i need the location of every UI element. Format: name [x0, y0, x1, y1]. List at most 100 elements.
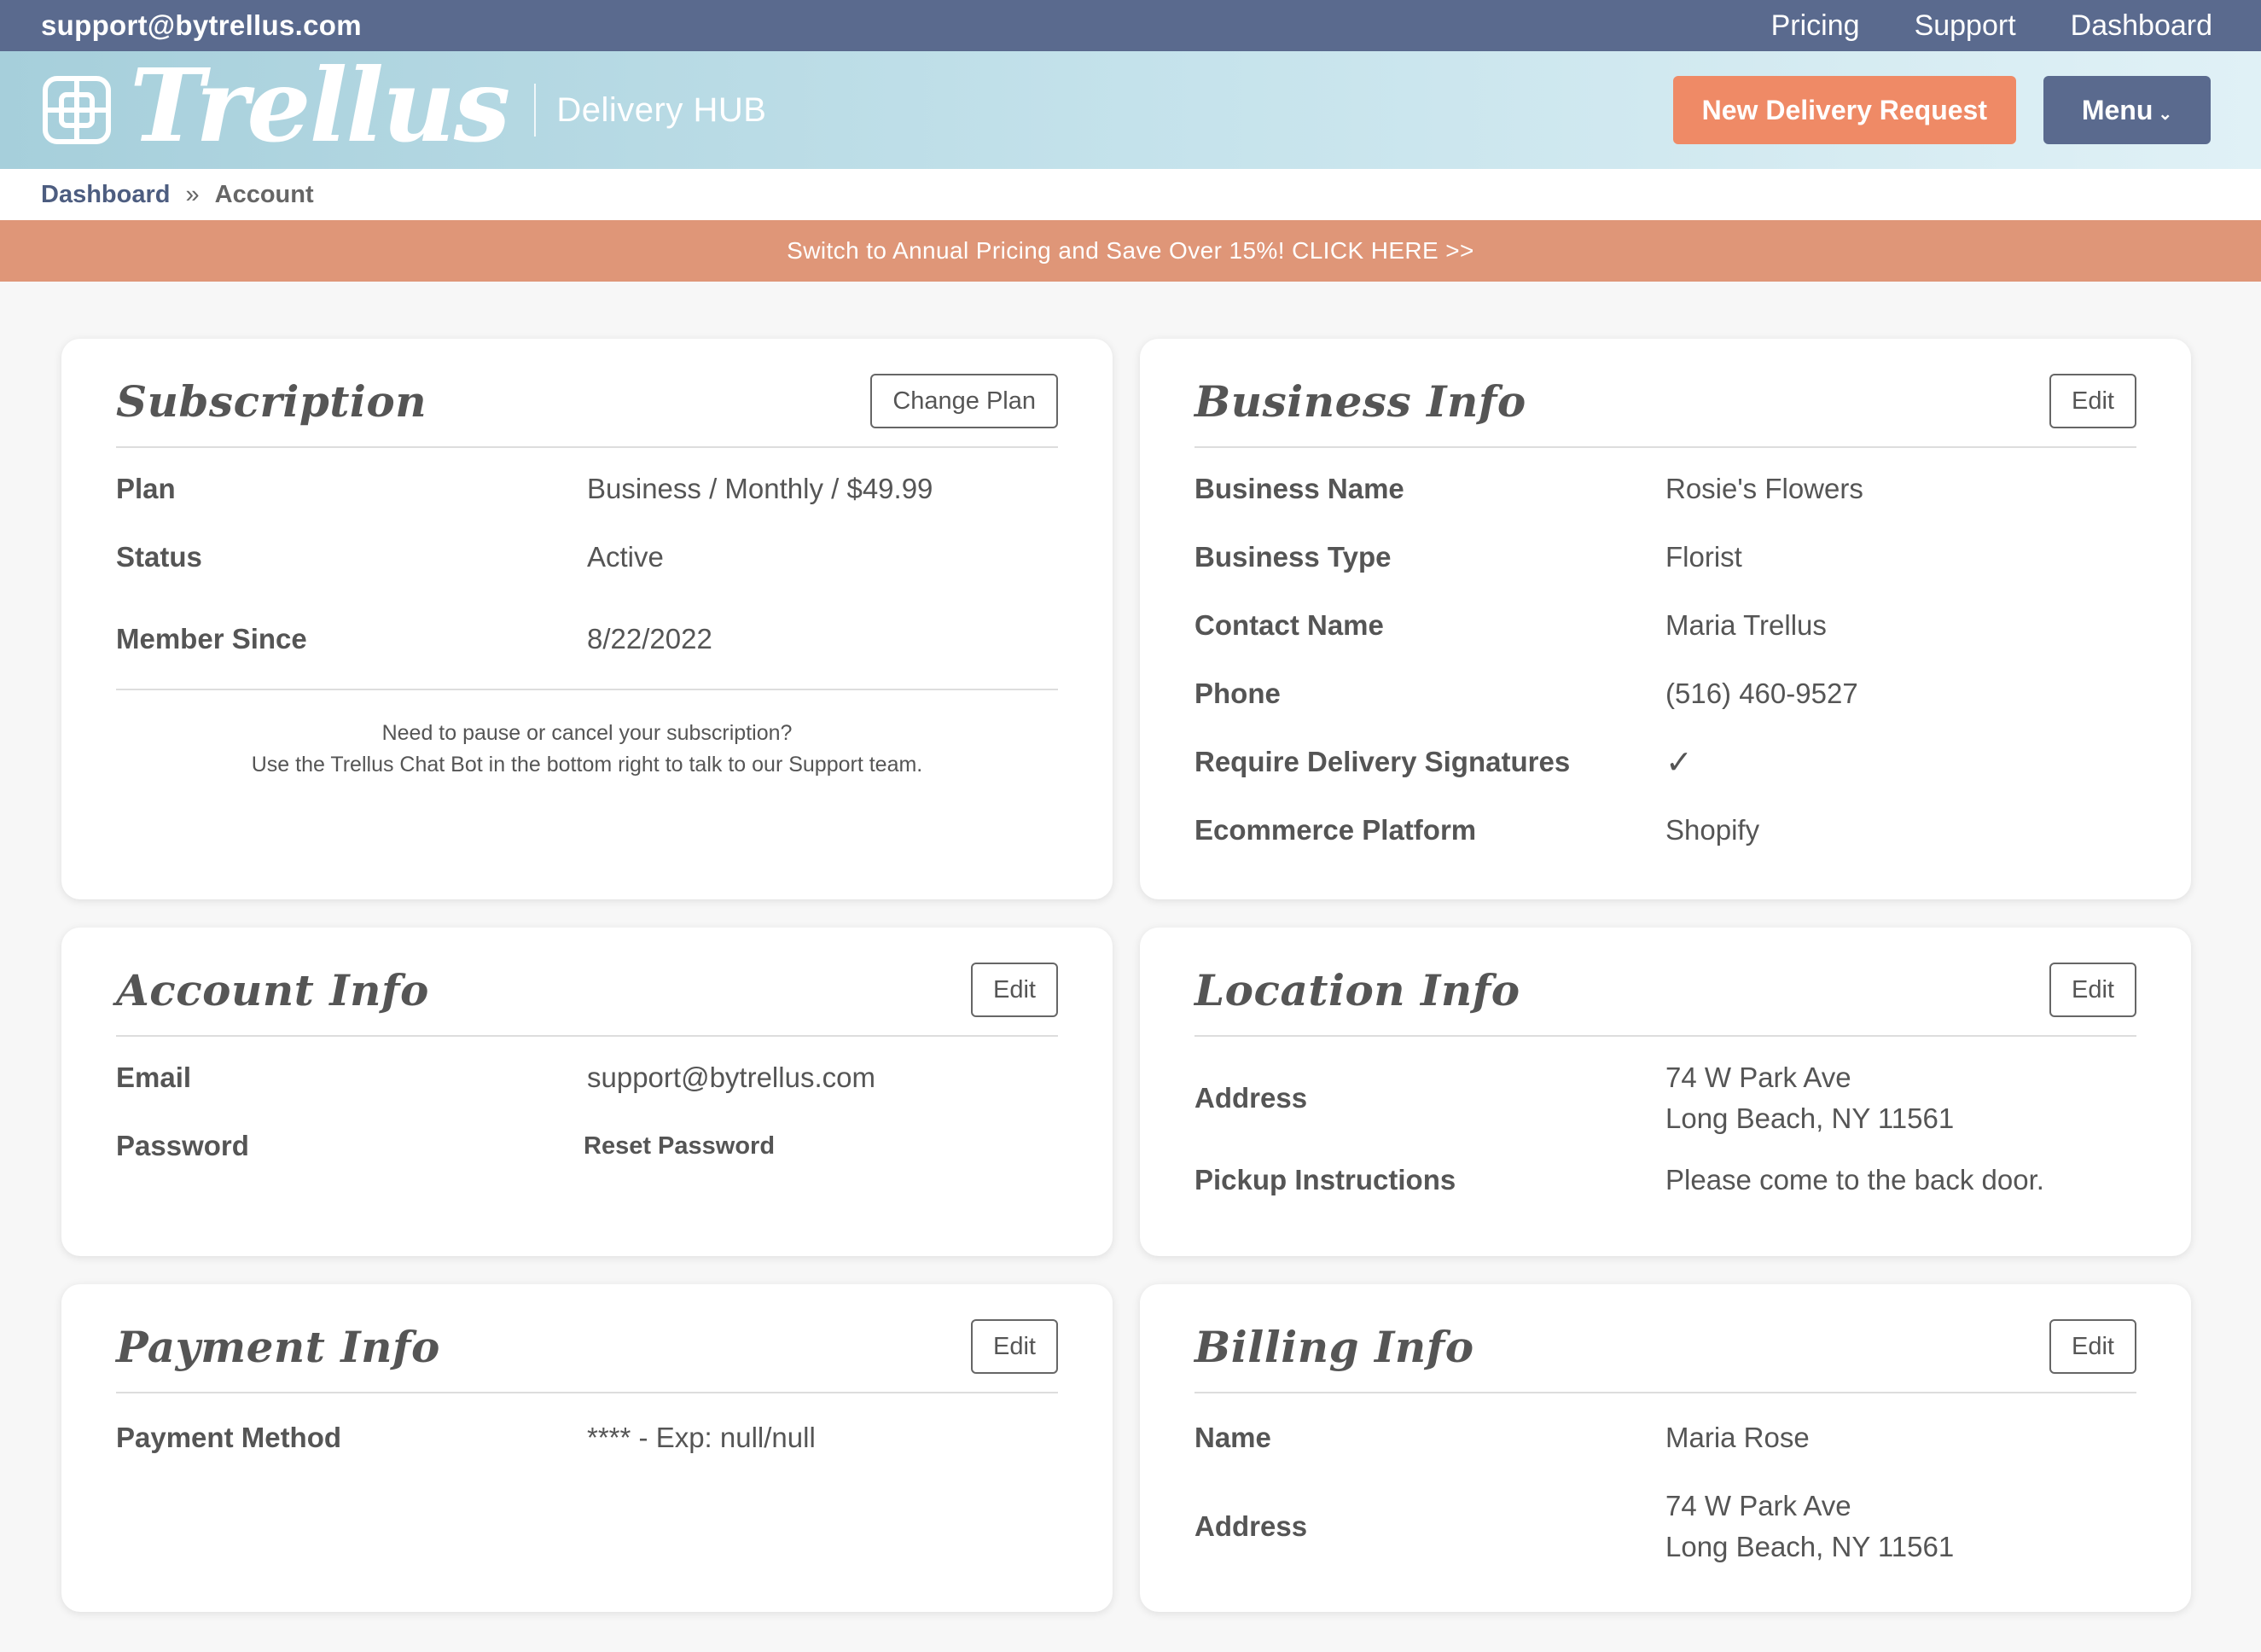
card-title: Location Info [1194, 964, 1520, 1015]
card-title: Subscription [116, 375, 427, 427]
cancel-subscription-note: Need to pause or cancel your subscriptio… [116, 689, 1058, 781]
row-label: Address [1194, 1510, 1308, 1542]
chevron-down-icon: ⌄ [2158, 104, 2173, 124]
note-line: Need to pause or cancel your subscriptio… [381, 721, 793, 745]
row-value: Active [587, 541, 664, 573]
location-info-header: Location Info Edit [1194, 928, 2136, 1037]
breadcrumb-account: Account [214, 180, 314, 208]
row-value: Shopify [1665, 814, 1760, 846]
nav-pricing[interactable]: Pricing [1771, 9, 1860, 43]
email-row: Email support@bytrellus.com [116, 1044, 1058, 1112]
row-label: Password [116, 1130, 249, 1161]
menu-button[interactable]: Menu ⌄ [2043, 76, 2211, 144]
payment-info-card: Payment Info Edit Payment Method **** - … [61, 1284, 1113, 1612]
address-line: 74 W Park Ave [1665, 1062, 1851, 1093]
edit-account-button[interactable]: Edit [971, 963, 1058, 1017]
row-value: Maria Rose [1665, 1422, 1810, 1453]
subscription-header: Subscription Change Plan [116, 339, 1058, 448]
change-plan-button[interactable]: Change Plan [870, 374, 1058, 428]
address-value: 74 W Park Ave Long Beach, NY 11561 [1665, 1057, 1954, 1139]
billing-address-row: Address 74 W Park Ave Long Beach, NY 115… [1194, 1472, 2136, 1581]
payment-info-header: Payment Info Edit [116, 1284, 1058, 1393]
address-line: Long Beach, NY 11561 [1665, 1102, 1955, 1134]
status-row: Status Active [116, 523, 1058, 591]
row-label: Business Type [1194, 541, 1392, 573]
row-label: Name [1194, 1422, 1271, 1453]
row-value: support@bytrellus.com [587, 1062, 875, 1093]
edit-billing-button[interactable]: Edit [2049, 1319, 2136, 1374]
row-value: Rosie's Flowers [1665, 473, 1863, 504]
menu-label: Menu [2081, 94, 2153, 125]
row-label: Business Name [1194, 473, 1404, 504]
nav-dashboard[interactable]: Dashboard [2071, 9, 2212, 43]
breadcrumb-separator: » [185, 180, 200, 208]
billing-name-row: Name Maria Rose [1194, 1404, 2136, 1472]
billing-info-header: Billing Info Edit [1194, 1284, 2136, 1393]
brand[interactable]: Trellus Delivery HUB [41, 55, 767, 156]
row-value: (516) 460-9527 [1665, 678, 1858, 709]
header-actions: New Delivery Request Menu ⌄ [1672, 76, 2211, 144]
row-value: Maria Trellus [1665, 609, 1827, 641]
breadcrumb-dashboard[interactable]: Dashboard [41, 181, 170, 209]
subscription-card: Subscription Change Plan Plan Business /… [61, 339, 1113, 899]
edit-location-button[interactable]: Edit [2049, 963, 2136, 1017]
row-value: 8/22/2022 [587, 623, 712, 654]
row-value: Florist [1665, 541, 1742, 573]
business-name-row: Business Name Rosie's Flowers [1194, 455, 2136, 523]
note-line: Use the Trellus Chat Bot in the bottom r… [251, 753, 923, 777]
annual-pricing-banner[interactable]: Switch to Annual Pricing and Save Over 1… [0, 220, 2261, 282]
business-info-header: Business Info Edit [1194, 339, 2136, 448]
plan-row: Plan Business / Monthly / $49.99 [116, 455, 1058, 523]
signatures-row: Require Delivery Signatures ✓ [1194, 728, 2136, 796]
row-label: Require Delivery Signatures [1194, 746, 1571, 777]
payment-method-row: Payment Method **** - Exp: null/null [116, 1404, 1058, 1472]
row-label: Phone [1194, 678, 1281, 709]
row-label: Payment Method [116, 1422, 342, 1453]
brand-name: Trellus [130, 46, 510, 165]
phone-row: Phone (516) 460-9527 [1194, 660, 2136, 728]
top-nav: Pricing Support Dashboard [1771, 9, 2212, 43]
row-label: Pickup Instructions [1194, 1164, 1456, 1195]
row-label: Plan [116, 473, 176, 504]
ecommerce-row: Ecommerce Platform Shopify [1194, 796, 2136, 864]
check-icon: ✓ [1665, 744, 1693, 781]
reset-password-link[interactable]: Reset Password [584, 1132, 775, 1160]
row-label: Ecommerce Platform [1194, 814, 1477, 846]
row-label: Status [116, 541, 202, 573]
location-address-row: Address 74 W Park Ave Long Beach, NY 115… [1194, 1044, 2136, 1153]
address-line: 74 W Park Ave [1665, 1490, 1851, 1521]
app-header: Trellus Delivery HUB New Delivery Reques… [0, 51, 2261, 169]
account-info-card: Account Info Edit Email support@bytrellu… [61, 928, 1113, 1256]
billing-info-card: Billing Info Edit Name Maria Rose Addres… [1140, 1284, 2191, 1612]
row-value: Business / Monthly / $49.99 [587, 473, 933, 504]
row-label: Member Since [116, 623, 307, 654]
row-value: Please come to the back door. [1665, 1164, 2044, 1195]
member-since-row: Member Since 8/22/2022 [116, 591, 1058, 673]
business-info-card: Business Info Edit Business Name Rosie's… [1140, 339, 2191, 899]
brand-subtitle: Delivery HUB [556, 90, 767, 129]
lattice-logo-icon [43, 76, 111, 144]
card-title: Business Info [1194, 375, 1526, 427]
row-value: **** - Exp: null/null [587, 1422, 816, 1453]
account-info-header: Account Info Edit [116, 928, 1058, 1037]
nav-support[interactable]: Support [1915, 9, 2016, 43]
address-line: Long Beach, NY 11561 [1665, 1531, 1955, 1562]
support-email[interactable]: support@bytrellus.com [41, 9, 362, 42]
address-value: 74 W Park Ave Long Beach, NY 11561 [1665, 1486, 1954, 1568]
new-delivery-request-button[interactable]: New Delivery Request [1672, 76, 2016, 144]
contact-name-row: Contact Name Maria Trellus [1194, 591, 2136, 660]
brand-divider [534, 84, 537, 137]
top-bar: support@bytrellus.com Pricing Support Da… [0, 0, 2261, 51]
breadcrumb: Dashboard » Account [0, 169, 2261, 220]
location-info-card: Location Info Edit Address 74 W Park Ave… [1140, 928, 2191, 1256]
card-title: Payment Info [116, 1321, 440, 1372]
card-title: Billing Info [1194, 1321, 1474, 1372]
row-label: Contact Name [1194, 609, 1384, 641]
edit-business-button[interactable]: Edit [2049, 374, 2136, 428]
business-type-row: Business Type Florist [1194, 523, 2136, 591]
edit-payment-button[interactable]: Edit [971, 1319, 1058, 1374]
password-row: Password Reset Password [116, 1112, 1058, 1180]
card-title: Account Info [116, 964, 429, 1015]
row-label: Address [1194, 1082, 1308, 1114]
row-label: Email [116, 1062, 192, 1093]
